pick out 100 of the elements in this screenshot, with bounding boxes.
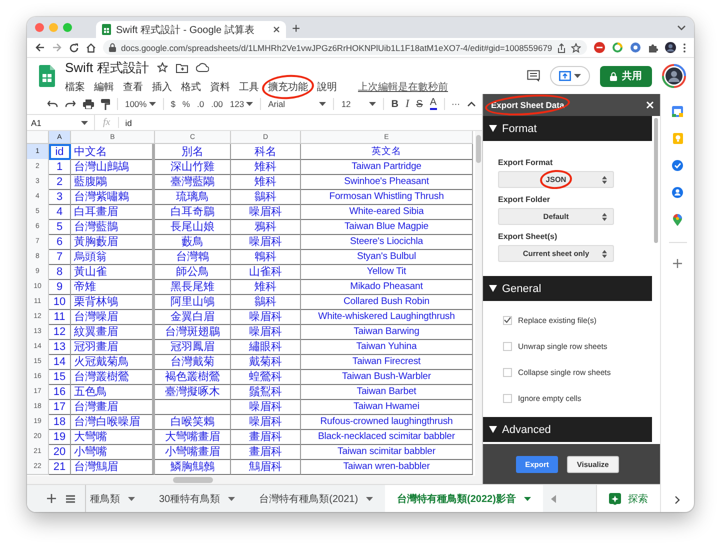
menu-item[interactable]: 查看 <box>123 80 143 94</box>
share-icon[interactable] <box>557 42 566 52</box>
table-cell[interactable]: Taiwan Yuhina <box>301 339 473 355</box>
redo-icon[interactable] <box>65 100 76 108</box>
table-cell[interactable]: 小彎嘴 <box>71 444 155 460</box>
chevron-down-icon[interactable] <box>677 24 686 30</box>
chevron-right-icon[interactable] <box>675 496 680 504</box>
table-cell[interactable]: 12 <box>49 324 71 340</box>
section-title[interactable]: Format <box>502 122 537 134</box>
home-icon[interactable] <box>86 42 96 52</box>
table-cell[interactable]: 黃胸藪眉 <box>71 234 155 250</box>
table-cell[interactable]: 5 <box>49 219 71 235</box>
table-cell[interactable]: Rufous-crowned laughingthrush <box>301 414 473 430</box>
table-cell[interactable]: Styan's Bulbul <box>301 249 473 265</box>
table-cell[interactable]: 五色鳥 <box>71 384 155 400</box>
sheet-tab[interactable]: 台灣特有種鳥類(2022)影音 <box>385 485 543 512</box>
table-cell[interactable]: 鴉科 <box>231 219 301 235</box>
table-cell[interactable]: Taiwan Blue Magpie <box>301 219 473 235</box>
table-cell[interactable]: 臺灣藍鷴 <box>155 174 231 190</box>
table-cell[interactable]: Taiwan Barwing <box>301 324 473 340</box>
table-cell[interactable]: 中文名 <box>71 144 155 160</box>
table-cell[interactable]: White-eared Sibia <box>301 204 473 220</box>
star-icon[interactable] <box>571 42 582 52</box>
table-cell[interactable]: 噪眉科 <box>231 324 301 340</box>
table-cell[interactable]: 栗背林鴝 <box>71 294 155 310</box>
table-cell[interactable]: 師公鳥 <box>155 264 231 280</box>
close-icon[interactable] <box>273 26 280 33</box>
table-cell[interactable]: 白喉笑鶇 <box>155 414 231 430</box>
table-cell[interactable]: 黑長尾雉 <box>155 279 231 295</box>
table-cell[interactable]: 鱗胸鷦鷯 <box>155 459 231 475</box>
percent-format-button[interactable]: % <box>182 99 190 109</box>
avatar-icon[interactable] <box>662 64 686 88</box>
table-cell[interactable]: 白耳畫眉 <box>71 204 155 220</box>
table-cell[interactable]: Taiwan Bush-Warbler <box>301 369 473 385</box>
kebab-menu-icon[interactable] <box>683 42 686 52</box>
table-cell[interactable]: 英文名 <box>301 144 473 160</box>
decrease-decimals-button[interactable]: .0 <box>196 99 204 109</box>
table-cell[interactable]: 冠羽鳳眉 <box>155 339 231 355</box>
table-cell[interactable]: 21 <box>49 459 71 475</box>
table-cell[interactable]: 18 <box>49 414 71 430</box>
table-cell[interactable]: 台灣紫嘯鶇 <box>71 189 155 205</box>
table-cell[interactable]: 畫眉科 <box>231 429 301 445</box>
table-cell[interactable]: Steere's Liocichla <box>301 234 473 250</box>
table-cell[interactable]: 火冠戴菊鳥 <box>71 354 155 370</box>
scrollbar-thumb[interactable] <box>173 477 213 483</box>
new-tab-button[interactable]: + <box>292 20 300 34</box>
table-cell[interactable]: 山雀科 <box>231 264 301 280</box>
menu-item[interactable]: 擴充功能 <box>268 80 308 94</box>
table-cell[interactable]: 繡眼科 <box>231 339 301 355</box>
table-cell[interactable]: 白耳奇鶥 <box>155 204 231 220</box>
menu-item[interactable]: 說明 <box>317 80 337 94</box>
table-cell[interactable]: 台灣噪眉 <box>71 309 155 325</box>
cloud-icon[interactable] <box>196 63 209 72</box>
table-cell[interactable]: 台灣畫眉 <box>71 399 155 415</box>
paint-format-icon[interactable] <box>101 98 110 110</box>
back-icon[interactable] <box>35 43 45 52</box>
table-cell[interactable]: 褐色叢樹鶯 <box>155 369 231 385</box>
table-cell[interactable]: 鶲科 <box>231 189 301 205</box>
table-cell[interactable]: 小彎嘴畫眉 <box>155 444 231 460</box>
puzzle-icon[interactable] <box>648 42 658 52</box>
menu-item[interactable]: 檔案 <box>65 80 85 94</box>
table-cell[interactable]: 大彎嘴畫眉 <box>155 429 231 445</box>
table-cell[interactable]: 6 <box>49 234 71 250</box>
table-cell[interactable]: Collared Bush Robin <box>301 294 473 310</box>
table-cell[interactable]: 長尾山娘 <box>155 219 231 235</box>
table-cell[interactable]: 17 <box>49 399 71 415</box>
table-cell[interactable]: 黃山雀 <box>71 264 155 280</box>
empty-cell[interactable] <box>155 399 231 415</box>
table-cell[interactable]: Taiwan Partridge <box>301 159 473 175</box>
table-cell[interactable]: 台灣戴菊 <box>155 354 231 370</box>
table-cell[interactable]: 戴菊科 <box>231 354 301 370</box>
table-cell[interactable]: 10 <box>49 294 71 310</box>
table-cell[interactable]: 噪眉科 <box>231 309 301 325</box>
table-cell[interactable]: Yellow Tit <box>301 264 473 280</box>
table-cell[interactable]: 台灣斑翅鶥 <box>155 324 231 340</box>
currency-format-button[interactable]: $ <box>170 99 176 109</box>
strikethrough-button[interactable]: S <box>416 98 423 110</box>
table-cell[interactable]: 台灣鵯 <box>155 249 231 265</box>
table-cell[interactable]: 鷦眉科 <box>231 459 301 475</box>
number-format-dropdown[interactable]: 123 <box>230 99 254 109</box>
name-box[interactable]: A1 <box>27 115 95 130</box>
table-cell[interactable]: 鶲科 <box>231 294 301 310</box>
print-icon[interactable] <box>83 99 94 109</box>
table-cell[interactable]: 台灣藍鵲 <box>71 219 155 235</box>
table-cell[interactable]: 噪眉科 <box>231 234 301 250</box>
font-dropdown[interactable]: Arial <box>268 99 326 109</box>
table-cell[interactable]: 噪眉科 <box>231 399 301 415</box>
table-cell[interactable]: 阿里山鴝 <box>155 294 231 310</box>
table-cell[interactable]: 鵯科 <box>231 249 301 265</box>
section-title[interactable]: Advanced <box>502 424 551 436</box>
map-pin-icon[interactable] <box>673 214 682 226</box>
text-color-button[interactable]: A <box>430 98 437 110</box>
table-cell[interactable]: 琉璃鳥 <box>155 189 231 205</box>
stop-sign-icon[interactable] <box>594 42 606 53</box>
table-cell[interactable]: 烏頭翁 <box>71 249 155 265</box>
more-button[interactable]: ⋯ <box>451 98 460 110</box>
table-cell[interactable]: 藪鳥 <box>155 234 231 250</box>
table-cell[interactable]: 帝雉 <box>71 279 155 295</box>
add-sheet-icon[interactable] <box>47 494 56 503</box>
table-cell[interactable]: 14 <box>49 354 71 370</box>
